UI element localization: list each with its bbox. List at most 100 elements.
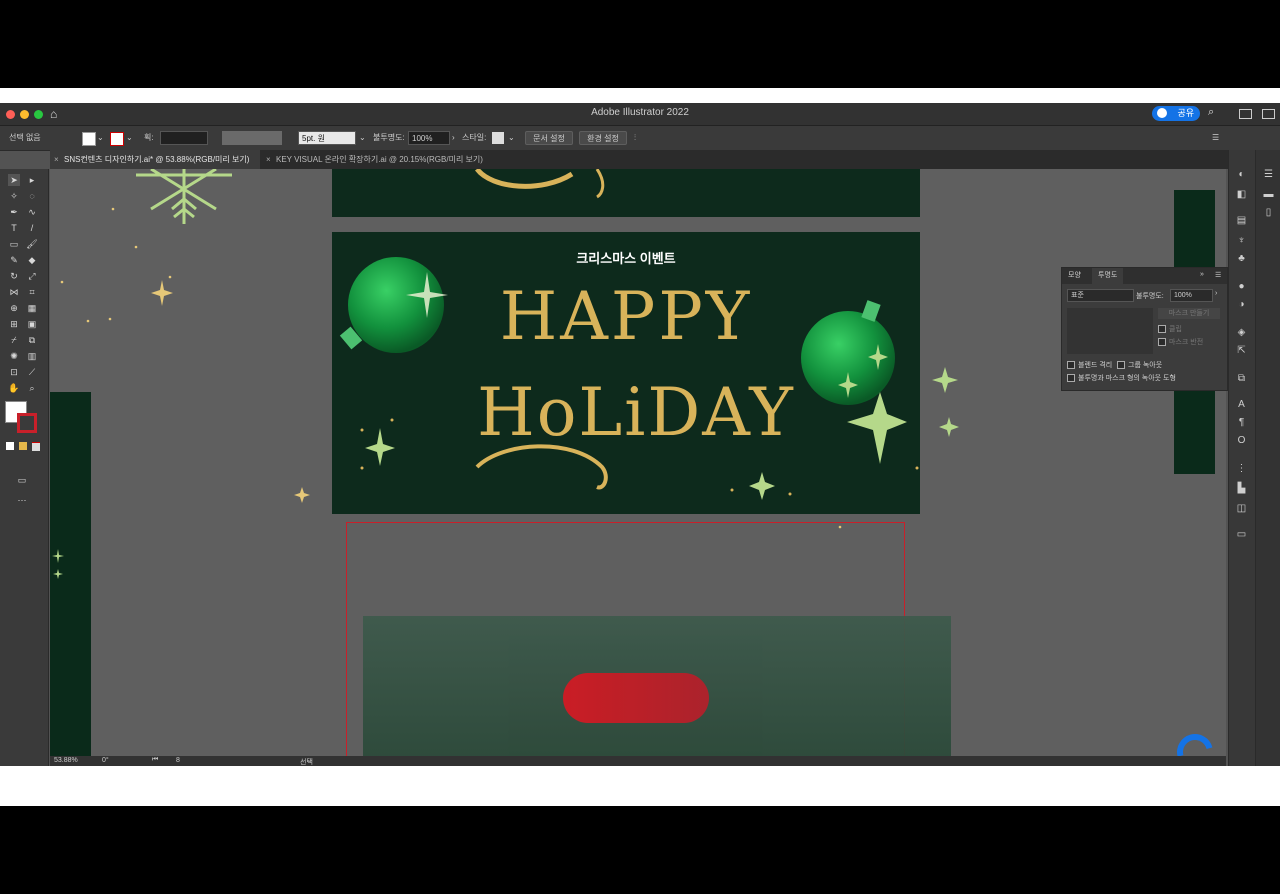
stroke-color-box[interactable] <box>17 413 37 433</box>
layers-icon[interactable]: ◧ <box>1235 188 1248 201</box>
graphic-style-swatch[interactable] <box>492 132 504 144</box>
tab-sns-content[interactable]: × SNS컨텐츠 디자인하기.ai* @ 53.88%(RGB/미리 보기) <box>50 150 260 169</box>
change-screen-mode-icon[interactable]: ▭ <box>16 474 28 486</box>
settings-sliders-icon[interactable]: ☰ <box>1262 168 1275 181</box>
line-tool-icon[interactable]: / <box>26 222 38 234</box>
workspace-switcher-icon[interactable] <box>1262 109 1275 119</box>
style-dropdown-icon[interactable]: ⌄ <box>508 131 515 145</box>
pine-background-image[interactable] <box>363 616 951 756</box>
column-graph-tool-icon[interactable]: ▥ <box>26 350 38 362</box>
make-mask-button[interactable]: 마스크 만들기 <box>1158 308 1220 319</box>
curvature-tool-icon[interactable]: ∿ <box>26 206 38 218</box>
opentype-icon[interactable]: O <box>1235 434 1248 447</box>
invert-mask-option[interactable]: 마스크 반전 <box>1158 337 1203 347</box>
artboard-number[interactable]: 8 <box>176 757 180 764</box>
gradient-tool-icon[interactable]: ▣ <box>26 318 38 330</box>
magic-wand-tool-icon[interactable]: ✧ <box>8 190 20 202</box>
paragraph-icon[interactable]: ¶ <box>1235 416 1248 429</box>
selection-tool-icon[interactable]: ➤ <box>8 174 20 186</box>
scale-tool-icon[interactable]: ⤢ <box>26 270 38 282</box>
canvas-area[interactable]: 크리스마스 이벤트 HAPPY HoLiDAY <box>50 169 1226 756</box>
none-mode-icon[interactable] <box>32 442 40 451</box>
rectangle-tool-icon[interactable]: ▭ <box>8 238 20 250</box>
perspective-grid-tool-icon[interactable]: ▦ <box>26 302 38 314</box>
slice-tool-icon[interactable]: ⟋ <box>26 366 38 378</box>
panel-menu-icon[interactable]: ☰ <box>1215 271 1221 279</box>
transparency-icon[interactable]: ◑ <box>1235 298 1248 311</box>
document-setup-button[interactable]: 문서 설정 <box>525 131 573 145</box>
width-tool-icon[interactable]: ⋈ <box>8 286 20 298</box>
learn-icon[interactable]: ▯ <box>1262 206 1275 219</box>
stroke-icon[interactable]: ● <box>1235 280 1248 293</box>
lasso-tool-icon[interactable]: ◌ <box>26 190 38 202</box>
opacity-field[interactable]: 100% <box>408 131 450 145</box>
fill-swatch[interactable] <box>82 132 96 146</box>
mesh-tool-icon[interactable]: ⊞ <box>8 318 20 330</box>
pen-tool-icon[interactable]: ✒ <box>8 206 20 218</box>
opacity-field[interactable]: 100% <box>1170 289 1213 302</box>
stroke-dropdown-icon[interactable]: ⌄ <box>126 131 133 145</box>
transform-icon[interactable]: ▙ <box>1235 482 1248 495</box>
hand-tool-icon[interactable]: ✋ <box>8 382 20 394</box>
preferences-button[interactable]: 환경 설정 <box>579 131 627 145</box>
character-icon[interactable]: A <box>1235 398 1248 411</box>
knockout-group-option[interactable]: 그룹 녹아웃 <box>1117 360 1162 370</box>
stroke-weight-field[interactable] <box>160 131 208 145</box>
style-label: 스타일: <box>462 133 487 142</box>
shaper-tool-icon[interactable]: ✎ <box>8 254 20 266</box>
libraries-icon[interactable]: ▤ <box>1235 214 1248 227</box>
appearance-icon[interactable]: ◈ <box>1235 326 1248 339</box>
shape-builder-tool-icon[interactable]: ⊕ <box>8 302 20 314</box>
search-icon[interactable]: ⌕ <box>1208 106 1214 119</box>
align-panel-icon[interactable]: ⋮ <box>1235 462 1248 475</box>
stroke-swatch[interactable] <box>110 132 124 146</box>
brush-dropdown-icon[interactable]: ⌄ <box>359 131 366 145</box>
direct-selection-tool-icon[interactable]: ▸ <box>26 174 38 186</box>
artboard-tool-icon[interactable]: ⊡ <box>8 366 20 378</box>
collapse-panel-icon[interactable]: » <box>1200 271 1204 278</box>
tab-key-visual[interactable]: × KEY VISUAL 온라인 확장하기.ai @ 20.15%(RGB/미리 … <box>262 150 502 169</box>
edit-toolbar-icon[interactable]: ⋯ <box>16 494 28 506</box>
export-icon[interactable]: ⇱ <box>1235 344 1248 357</box>
variable-width-profile[interactable] <box>222 131 282 145</box>
red-button-shape[interactable] <box>563 673 709 723</box>
tab-transparency[interactable]: 투명도 <box>1092 268 1124 284</box>
clip-option[interactable]: 클립 <box>1158 324 1182 334</box>
zoom-level[interactable]: 53.88% <box>54 757 78 764</box>
paintbrush-tool-icon[interactable]: 🖌 <box>26 238 38 250</box>
opacity-arrow-icon[interactable]: › <box>452 131 455 145</box>
share-button[interactable]: 공유 <box>1152 106 1200 121</box>
rotation-value[interactable]: 0° <box>102 757 109 764</box>
align-icon[interactable]: ⫶ <box>634 131 636 145</box>
color-mode-icon[interactable] <box>6 442 14 450</box>
first-artboard-icon[interactable]: ⏮ <box>152 756 158 764</box>
gradient-mode-icon[interactable] <box>19 442 27 450</box>
symbols-icon[interactable]: ♣ <box>1235 252 1248 265</box>
comments-icon[interactable]: ▬ <box>1262 188 1275 201</box>
type-tool-icon[interactable]: T <box>8 222 20 234</box>
gradient-panel-icon[interactable]: ▭ <box>1235 528 1248 541</box>
brush-definition-field[interactable]: 5pt. 원 <box>298 131 356 145</box>
close-tab-icon[interactable]: × <box>266 150 271 169</box>
blend-mode-select[interactable]: 표준 <box>1067 289 1134 302</box>
blend-tool-icon[interactable]: ⧉ <box>26 334 38 346</box>
artboards-icon[interactable]: ⧉ <box>1235 372 1248 385</box>
opacity-mask-knockout-option[interactable]: 불투명과 마스크 형의 녹아웃 도형 <box>1067 373 1176 383</box>
properties-icon[interactable]: ◐ <box>1235 168 1248 181</box>
isolate-blending-option[interactable]: 블렌드 격리 <box>1067 360 1112 370</box>
panel-menu-icon[interactable]: ☰ <box>1212 131 1219 145</box>
pathfinder-icon[interactable]: ◫ <box>1235 502 1248 515</box>
zoom-tool-icon[interactable]: ⌕ <box>26 382 38 394</box>
opacity-mask-knockout-label: 불투명과 마스크 형의 녹아웃 도형 <box>1078 375 1176 382</box>
opacity-arrow-icon[interactable]: › <box>1215 290 1217 297</box>
free-transform-tool-icon[interactable]: ⌗ <box>26 286 38 298</box>
eyedropper-tool-icon[interactable]: ⌿ <box>8 334 20 346</box>
close-tab-icon[interactable]: × <box>54 150 59 169</box>
brushes-icon[interactable]: ♆ <box>1235 234 1248 247</box>
fill-dropdown-icon[interactable]: ⌄ <box>97 131 104 145</box>
arrange-documents-icon[interactable] <box>1239 109 1252 119</box>
symbol-sprayer-tool-icon[interactable]: ✺ <box>8 350 20 362</box>
eraser-tool-icon[interactable]: ◆ <box>26 254 38 266</box>
tab-appearance[interactable]: 모양 <box>1062 268 1087 284</box>
rotate-tool-icon[interactable]: ↻ <box>8 270 20 282</box>
